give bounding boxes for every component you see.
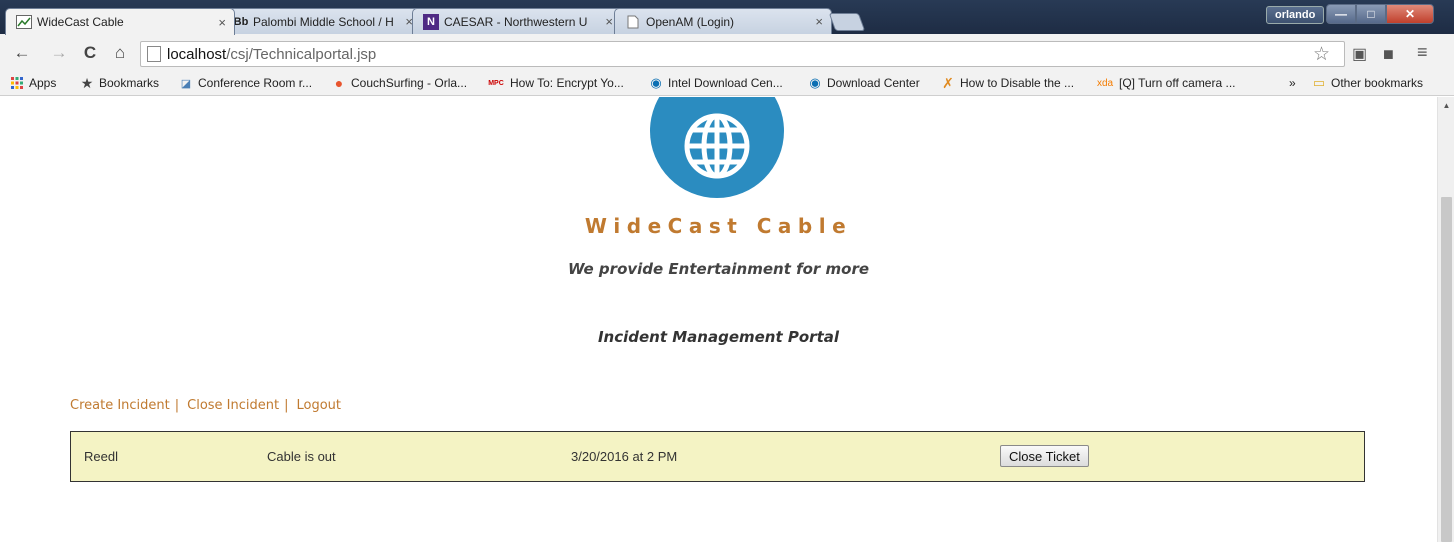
home-icon[interactable]: ⌂ [110,43,130,63]
forward-icon[interactable]: → [49,43,69,63]
ticket-reported-time: 3/20/2016 at 2 PM [571,449,678,464]
other-bookmarks[interactable]: ▭ Other bookmarks [1312,75,1424,90]
tab-openam-login[interactable]: OpenAM (Login) × [614,8,832,34]
bookmark-label: Apps [29,76,57,90]
profile-user-badge[interactable]: orlando [1266,6,1325,24]
portal-menu: Create Incident | Close Incident | Logout [70,398,341,413]
blackboard-favicon-icon: Bb [233,15,249,28]
page-viewport: WideCast Cable We provide Entertainment … [0,97,1437,542]
bookmark-turn-off-camera[interactable]: xda [Q] Turn off camera ... [1096,76,1236,90]
extension-icon[interactable]: ▣ [1352,44,1367,64]
bookmark-label: Download Center [827,76,920,90]
tab-caesar-northwestern[interactable]: N CAESAR - Northwestern U × [412,8,622,34]
close-tab-icon[interactable]: × [605,14,613,29]
xda-icon: xda [1096,77,1114,89]
mpc-icon: MPC [488,79,504,87]
scrollbar-thumb[interactable] [1441,197,1452,542]
bookmark-star-icon[interactable]: ☆ [1313,43,1330,66]
figure-icon: ✗ [942,74,954,91]
bookmark-how-to-disable[interactable]: ✗ How to Disable the ... [941,74,1075,91]
ticket-row: Reedl Cable is out 3/20/2016 at 2 PM Clo… [70,431,1365,482]
page-icon [625,14,641,30]
tab-palombi-middle-school[interactable]: Bb Palombi Middle School / H × [222,8,422,34]
menu-icon[interactable]: ≡ [1417,42,1428,63]
close-incident-link[interactable]: Close Incident [187,398,279,413]
minimize-button[interactable]: — [1326,4,1356,24]
new-tab-button[interactable] [828,13,866,31]
maximize-button[interactable]: □ [1356,4,1386,24]
bookmark-couchsurfing[interactable]: ● CouchSurfing - Orla... [332,75,468,91]
bookmark-label: Other bookmarks [1331,76,1424,90]
bookmark-label: Intel Download Cen... [668,76,783,90]
apps-grid-icon [10,76,24,90]
url-host: localhost [167,45,227,63]
bookmark-conference-room[interactable]: ◪ Conference Room r... [179,76,312,90]
portal-title: Incident Management Portal [597,328,840,346]
browser-tabstrip: WideCast Cable × Bb Palombi Middle Schoo… [0,0,1454,35]
bookmark-download-center[interactable]: ◉ Download Center [808,75,920,90]
intel-icon: ◉ [650,75,662,90]
bookmarks-bar: Apps ★ Bookmarks ◪ Conference Room r... … [0,72,1454,96]
bookmark-encrypt[interactable]: MPC How To: Encrypt Yo... [487,76,624,90]
back-icon[interactable]: ← [12,43,32,63]
url-path: /csj/Technicalportal.jsp [226,45,377,63]
close-tab-icon[interactable]: × [815,14,823,29]
ticket-issue: Cable is out [267,449,336,464]
conference-icon: ◪ [180,77,192,90]
couchsurfing-icon: ● [334,75,344,91]
bookmark-label: Bookmarks [99,76,160,90]
bookmarks-overflow-chevron-icon[interactable]: » [1289,76,1296,90]
tagline: We provide Entertainment for more [567,260,870,278]
northwestern-favicon-icon: N [423,13,439,30]
tab-title: OpenAM (Login) [646,14,735,29]
reload-icon[interactable]: C [80,43,100,63]
ticket-user: Reedl [84,449,118,464]
bookmark-intel-download[interactable]: ◉ Intel Download Cen... [649,75,783,90]
intel-icon: ◉ [809,75,821,90]
create-incident-link[interactable]: Create Incident [70,398,170,413]
vertical-scrollbar[interactable]: ▲ [1437,97,1454,542]
pocket-extension-icon[interactable]: ■ [1383,44,1394,65]
close-ticket-button[interactable]: Close Ticket [1000,445,1089,467]
window-controls: — □ ✕ [1326,4,1434,24]
bookmark-label: How To: Encrypt Yo... [510,76,624,90]
tab-widecast-cable[interactable]: WideCast Cable × [5,8,235,35]
bookmark-bookmarks[interactable]: ★ Bookmarks [80,74,160,91]
bookmark-label: How to Disable the ... [960,76,1075,90]
menu-separator: | [174,398,180,413]
bookmark-label: CouchSurfing - Orla... [351,76,468,90]
star-icon: ★ [80,74,94,91]
bookmark-apps[interactable]: Apps [10,76,56,90]
page-icon [147,46,161,62]
bookmark-label: [Q] Turn off camera ... [1119,76,1236,90]
globe-logo-icon [650,97,784,198]
menu-separator: | [284,398,289,413]
bookmark-label: Conference Room r... [198,76,313,90]
widecast-favicon-icon [16,14,32,30]
close-window-button[interactable]: ✕ [1386,4,1434,24]
folder-icon: ▭ [1312,75,1326,90]
tab-title: Palombi Middle School / H [253,14,394,29]
scroll-up-arrow-icon[interactable]: ▲ [1438,101,1454,110]
tab-title: CAESAR - Northwestern U [444,14,588,29]
brand-name: WideCast Cable [584,214,853,238]
tab-title: WideCast Cable [37,15,124,29]
address-bar[interactable]: localhost/csj/Technicalportal.jsp [140,41,1345,67]
close-tab-icon[interactable]: × [218,15,226,30]
logout-link[interactable]: Logout [297,398,342,413]
